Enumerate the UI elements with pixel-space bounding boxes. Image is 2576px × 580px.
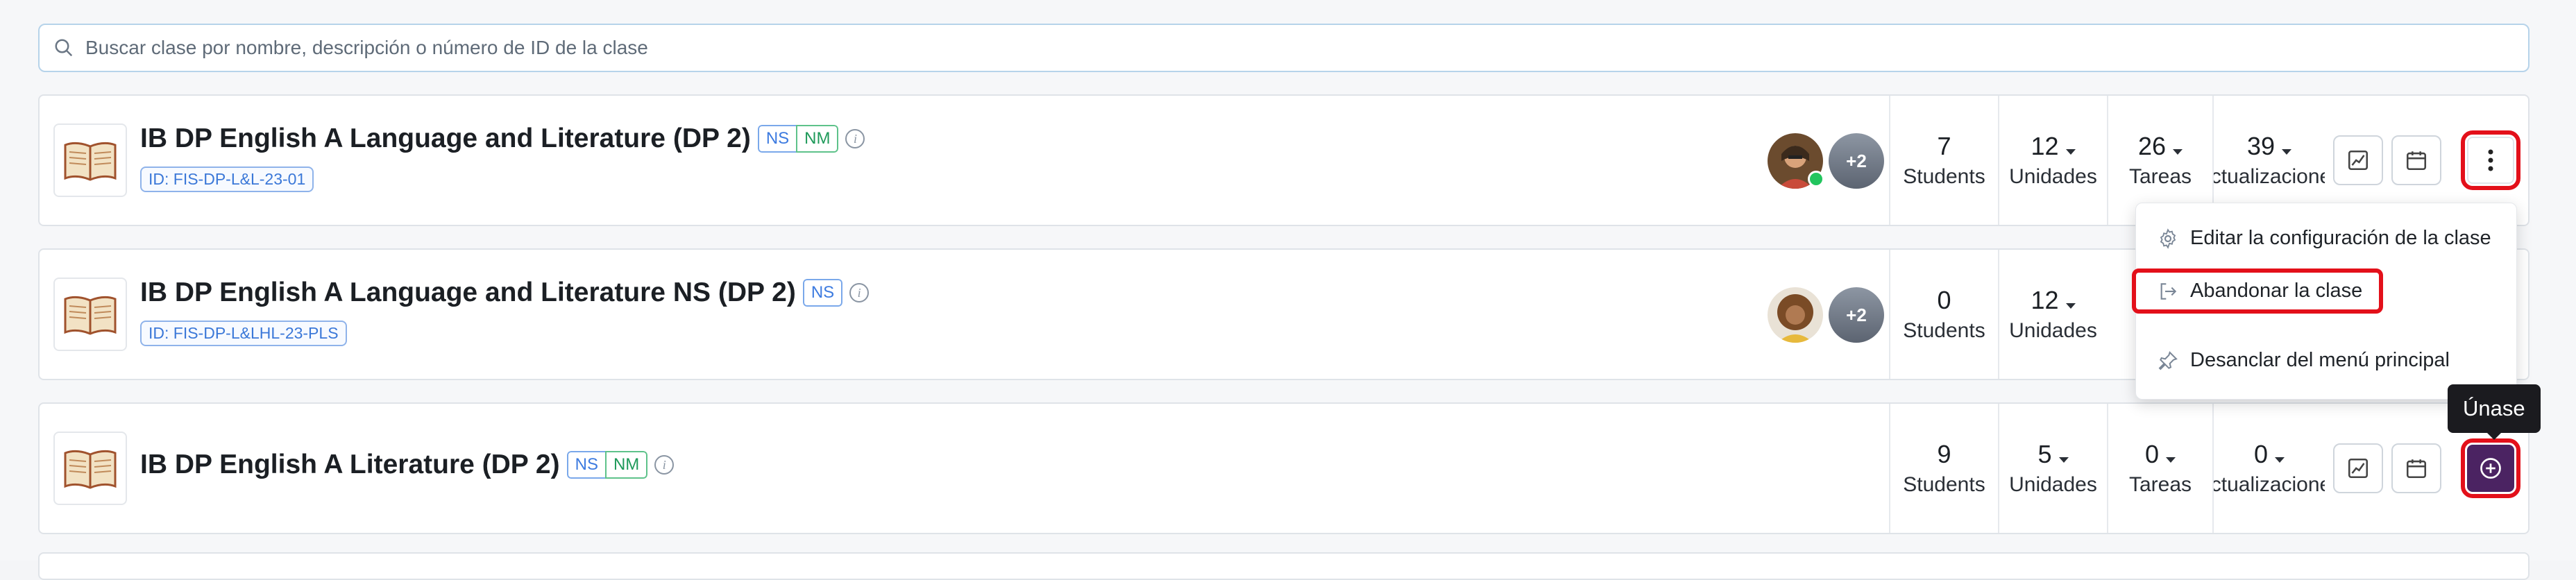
more-teachers-badge[interactable]: +2: [1829, 133, 1884, 189]
teacher-avatars[interactable]: +2: [1768, 133, 1884, 189]
stat-units[interactable]: 12 Unidades: [1999, 96, 2108, 225]
level-tags: NS NM: [566, 451, 648, 479]
class-options-menu: Editar la configuración de la clase Aban…: [2131, 203, 2517, 400]
search-bar[interactable]: [38, 24, 2530, 72]
more-teachers-badge[interactable]: +2: [1829, 287, 1884, 343]
chevron-down-icon: [2065, 303, 2076, 309]
chevron-down-icon: [2065, 149, 2076, 155]
stat-tasks[interactable]: 0 Tareas: [2108, 404, 2214, 533]
class-title[interactable]: IB DP English A Language and Literature …: [140, 123, 751, 154]
unpin-icon: [2158, 350, 2178, 370]
stat-students[interactable]: 9 Students: [1890, 404, 1999, 533]
join-tooltip: Únase: [2448, 384, 2541, 440]
avatar: [1768, 287, 1823, 343]
chevron-down-icon: [2282, 149, 2292, 155]
class-id-badge: ID: FIS-DP-L&L-23-01: [140, 167, 314, 192]
class-stats: 9 Students 5 Unidades 0 Tareas 0 Actuali…: [1889, 404, 2325, 533]
class-book-icon: [53, 123, 127, 197]
calendar-button[interactable]: [2391, 443, 2441, 493]
menu-item-edit-settings[interactable]: Editar la configuración de la clase: [2157, 227, 2491, 250]
chart-icon: [2348, 150, 2369, 171]
stat-units[interactable]: 5 Unidades: [1999, 404, 2108, 533]
class-row[interactable]: IB DP English A Literature (DP 2) NS NM …: [38, 402, 2530, 534]
class-row[interactable]: [38, 552, 2530, 580]
chevron-down-icon: [2275, 457, 2285, 463]
menu-item-unpin[interactable]: Desanclar del menú principal: [2157, 349, 2450, 372]
tag-nm: NM: [796, 125, 839, 153]
class-title[interactable]: IB DP English A Language and Literature …: [140, 278, 796, 308]
info-icon[interactable]: i: [849, 283, 870, 302]
class-title[interactable]: IB DP English A Literature (DP 2): [140, 450, 560, 480]
chevron-down-icon: [2173, 149, 2183, 155]
stat-updates[interactable]: 0 Actualizaciones: [2214, 404, 2325, 533]
search-icon: [55, 39, 73, 57]
chart-icon: [2348, 458, 2369, 479]
chevron-down-icon: [2058, 457, 2069, 463]
avatar: [1768, 133, 1824, 189]
tag-ns: NS: [566, 451, 607, 479]
class-book-icon: [53, 432, 127, 505]
leave-icon: [2160, 282, 2177, 300]
info-icon[interactable]: i: [654, 455, 675, 475]
calendar-icon: [2406, 459, 2427, 479]
class-book-icon: [53, 278, 127, 351]
stat-students[interactable]: 0 Students: [1890, 250, 1999, 379]
join-class-button[interactable]: [2461, 438, 2520, 498]
tag-nm: NM: [604, 451, 648, 479]
calendar-icon: [2406, 151, 2427, 171]
tag-ns: NS: [757, 125, 798, 153]
calendar-button[interactable]: [2391, 135, 2441, 185]
menu-item-leave-class[interactable]: Abandonar la clase: [2131, 268, 2384, 314]
online-status-dot: [1808, 171, 1824, 187]
level-tags: NS NM: [757, 125, 839, 153]
level-tags: NS: [802, 279, 843, 307]
class-id-badge: ID: FIS-DP-L&LHL-23-PLS: [140, 321, 347, 346]
gradebook-button[interactable]: [2333, 443, 2383, 493]
page: IB DP English A Language and Literature …: [0, 0, 2576, 580]
stat-units[interactable]: 12 Unidades: [1999, 250, 2107, 379]
chevron-down-icon: [2166, 457, 2176, 463]
teacher-avatars[interactable]: +2: [1768, 287, 1884, 343]
tag-ns: NS: [802, 279, 843, 307]
gradebook-button[interactable]: [2333, 135, 2383, 185]
info-icon[interactable]: i: [845, 129, 865, 148]
gear-icon: [2160, 228, 2176, 249]
class-stats: 0 Students 12 Unidades: [1889, 250, 2107, 379]
kebab-menu-icon: [2488, 149, 2493, 171]
search-input[interactable]: [84, 36, 2446, 60]
plus-circle-icon: [2480, 458, 2501, 479]
more-options-button[interactable]: [2461, 130, 2520, 190]
stat-students[interactable]: 7 Students: [1890, 96, 1999, 225]
